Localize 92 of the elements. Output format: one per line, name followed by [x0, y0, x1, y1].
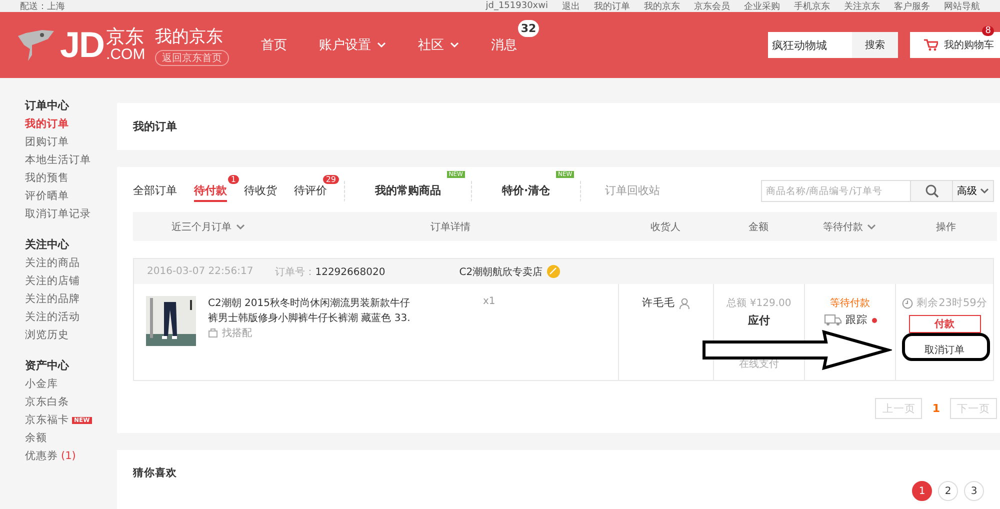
column-filter[interactable]: 近三个月订单	[166, 218, 250, 234]
nav-item[interactable]: 首页	[261, 36, 288, 54]
order-tab[interactable]: 特价·清仓	[471, 180, 580, 202]
count-text: (1)	[61, 450, 76, 462]
top-link[interactable]: 客户服务	[894, 0, 930, 12]
sidebar-heading: 订单中心	[25, 98, 70, 113]
current-page: 1	[932, 402, 940, 415]
count-badge: 29	[322, 174, 339, 184]
search-icon	[924, 184, 938, 198]
pay-button[interactable]: 付款	[908, 315, 980, 333]
column-header: 收货人	[650, 220, 680, 234]
section-title: 我的订单	[133, 119, 177, 134]
caret-icon	[377, 42, 386, 48]
logo-text: 京东	[106, 28, 146, 47]
match-link[interactable]: 找搭配	[208, 326, 413, 340]
top-link[interactable]: 退出	[562, 0, 580, 12]
sidebar-item[interactable]: 关注的店铺	[25, 274, 117, 288]
column-header: 订单详情	[430, 220, 470, 234]
sidebar-item[interactable]: 余额	[25, 431, 117, 445]
payment-method: 在线支付	[739, 358, 779, 371]
column-header: 操作	[936, 220, 956, 234]
section-title: 猜你喜欢	[133, 466, 177, 480]
top-link[interactable]: 京东会员	[694, 0, 730, 12]
shop-link[interactable]: C2潮朝航欣专卖店	[459, 264, 543, 278]
order-tab[interactable]: 待收货	[244, 180, 277, 202]
total-amount: 总额 ¥129.00	[726, 296, 792, 310]
order-search-field[interactable]: 商品名称/商品编号/订单号 高级	[761, 180, 994, 202]
message-count-badge: 32	[518, 20, 540, 37]
bag-icon	[208, 328, 218, 338]
top-link[interactable]: 关注京东	[844, 0, 880, 12]
sidebar-item[interactable]: 我的预售	[25, 171, 117, 185]
count-badge: 1	[228, 174, 239, 184]
sidebar-item[interactable]: 本地生活订单	[25, 153, 117, 167]
search-field[interactable]: 疯狂动物城 搜索	[768, 32, 898, 58]
order-tab[interactable]: 待评价	[294, 180, 327, 202]
top-link[interactable]: 我的京东	[644, 0, 680, 12]
sidebar-item[interactable]: 关注的品牌	[25, 292, 117, 306]
caret-icon	[236, 224, 244, 230]
search-button[interactable]: 搜索	[852, 32, 898, 58]
nav-item[interactable]: 社区	[418, 36, 460, 54]
due-label: 应付	[748, 313, 770, 328]
sidebar-heading: 资产中心	[25, 358, 70, 373]
order-status: 等待付款	[830, 296, 870, 310]
sidebar-item[interactable]: 关注的活动	[25, 310, 117, 324]
page-dot[interactable]: 2	[938, 481, 958, 501]
cart-count-badge: 8	[982, 26, 994, 36]
quantity-text: x1	[483, 296, 496, 307]
logo-text: .COM	[106, 47, 146, 62]
advanced-button[interactable]: 高级	[952, 181, 993, 201]
sidebar-item[interactable]: 取消订单记录	[25, 207, 117, 221]
sidebar-item[interactable]: 我的订单	[25, 117, 117, 131]
cart-button[interactable]: 我的购物车	[910, 32, 1000, 58]
sidebar-item[interactable]: 小金库	[25, 377, 117, 391]
person-icon	[679, 298, 690, 308]
column-header: 金额	[748, 220, 768, 234]
caret-icon	[980, 188, 989, 194]
logo-text: JD	[60, 24, 104, 66]
top-link[interactable]: jd_151930xwi	[486, 1, 548, 11]
order-tab[interactable]: 全部订单	[133, 180, 177, 202]
top-link[interactable]: 网站导航	[944, 0, 980, 12]
clock-icon	[902, 298, 913, 308]
sidebar-item[interactable]: 浏览历史	[25, 328, 117, 342]
sidebar-item[interactable]: 评价晒单	[25, 189, 117, 203]
sidebar-item[interactable]: 优惠券 (1)	[25, 449, 117, 463]
home-link[interactable]: 返回京东首页	[155, 50, 230, 66]
product-title[interactable]: C2潮朝 2015秋冬时尚休闲潮流男装新款牛仔裤男士韩版修身小脚裤牛仔长裤潮 藏蓝色 33.	[208, 296, 413, 326]
sidebar-item[interactable]: 关注的商品	[25, 256, 117, 270]
sidebar-item[interactable]: 京东白条	[25, 395, 117, 409]
sidebar-item[interactable]: 团购订单	[25, 135, 117, 149]
top-link[interactable]: 手机京东	[794, 0, 830, 12]
page-heading: 我的京东	[155, 26, 224, 48]
sidebar-heading: 关注中心	[25, 237, 70, 252]
order-number: 订单号：12292668020	[275, 266, 386, 278]
top-link[interactable]: 企业采购	[744, 0, 780, 12]
order-tab[interactable]: 订单回收站	[580, 180, 684, 202]
caret-icon	[450, 42, 460, 48]
page-dot[interactable]: 3	[964, 481, 984, 501]
page-dot[interactable]: 1	[912, 481, 932, 501]
order-tab[interactable]: 我的常购商品	[344, 180, 471, 202]
search-button[interactable]	[910, 181, 952, 201]
caret-icon	[867, 224, 876, 230]
cart-icon	[924, 39, 938, 51]
top-link[interactable]: 我的订单	[594, 0, 630, 12]
nav-item[interactable]: 账户设置	[319, 36, 386, 54]
location-text: 配送：上海	[20, 0, 65, 12]
track-link[interactable]: 跟踪	[824, 313, 876, 327]
order-date: 2016-03-07 22:56:17	[147, 266, 254, 277]
order-tab[interactable]: 待付款	[194, 180, 227, 202]
receiver-name: 许毛毛	[642, 296, 690, 310]
column-filter[interactable]: 等待付款	[817, 218, 882, 234]
time-remaining: 剩余23时59分	[902, 296, 988, 310]
truck-icon	[824, 314, 842, 326]
